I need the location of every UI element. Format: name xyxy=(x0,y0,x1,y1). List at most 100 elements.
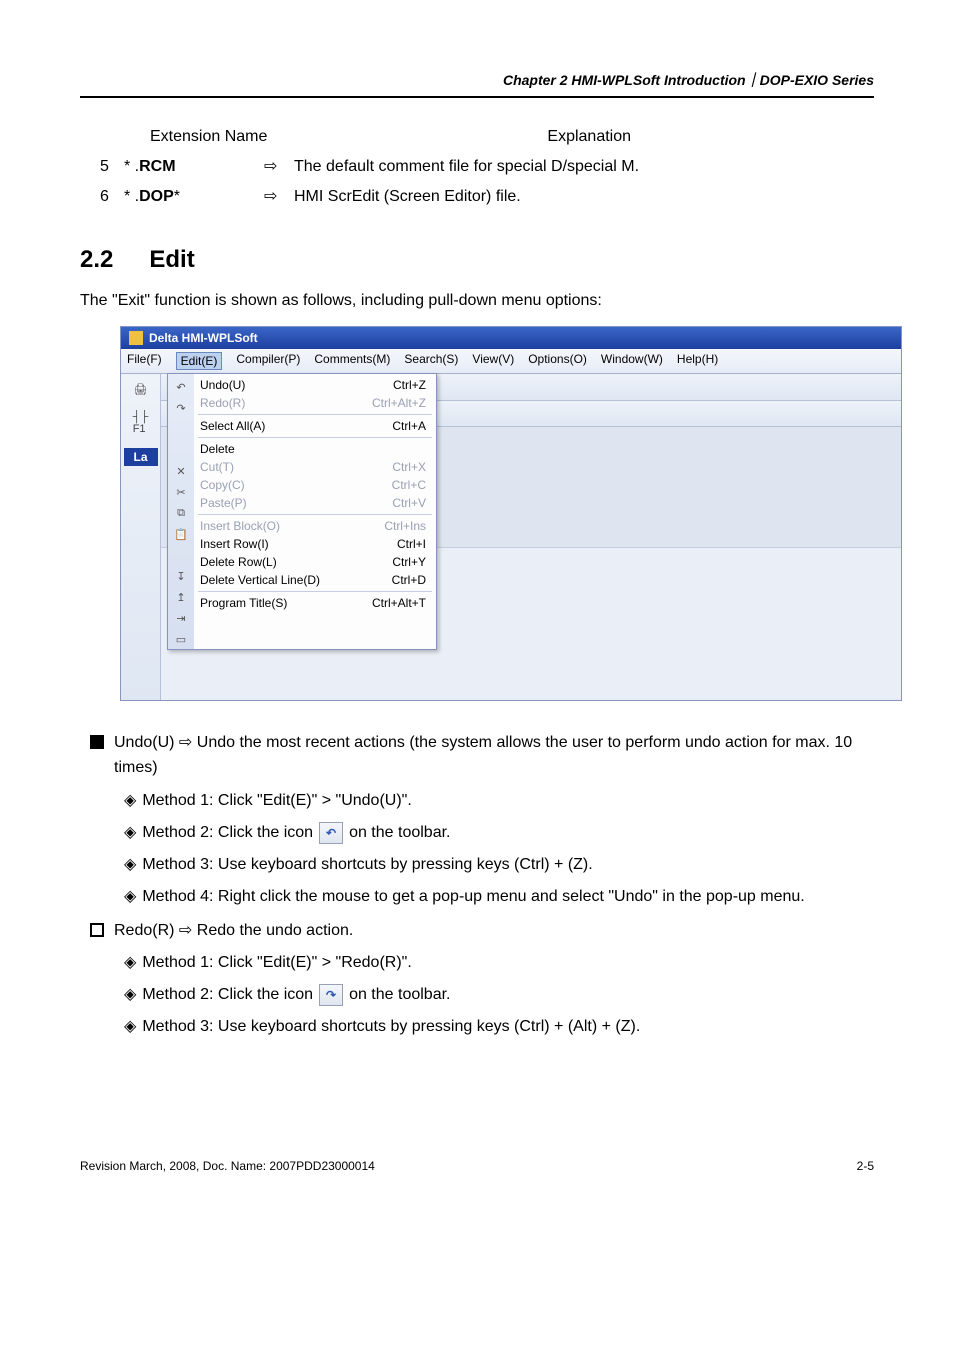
delete-vline-icon: ⇥ xyxy=(172,609,190,628)
dropdown-item-label: Delete Row(L) xyxy=(200,555,277,569)
ext-idx: 6 xyxy=(100,188,124,206)
dropdown-item-shortcut: Ctrl+A xyxy=(392,419,426,433)
dropdown-item: Redo(R) Ctrl+Alt+Z xyxy=(194,394,436,412)
ext-expl: The default comment file for special D/s… xyxy=(294,158,874,176)
menu-edit[interactable]: Edit(E) xyxy=(176,352,223,370)
app-window: Delta HMI-WPLSoft File(F) Edit(E) Compil… xyxy=(120,326,902,701)
contact-icon[interactable]: ┤├F1 xyxy=(130,414,152,432)
dropdown-item-shortcut: Ctrl+Alt+T xyxy=(372,596,426,610)
menu-window[interactable]: Window(W) xyxy=(601,352,663,370)
ext-name-bold: RCM xyxy=(139,158,175,175)
ext-row: 5 * .RCM ⇨ The default comment file for … xyxy=(100,156,874,176)
dropdown-items: Undo(U) Ctrl+Z Redo(R) Ctrl+Alt+Z Select All… xyxy=(194,374,436,649)
dropdown-item-label: Insert Row(I) xyxy=(200,537,269,551)
edit-dropdown: ↶ ↷ ✕ ✂ ⧉ 📋 ↧ ↥ ⇥ ▭ Undo(U)Ctrl xyxy=(167,373,437,650)
menu-file[interactable]: File(F) xyxy=(127,352,162,370)
undo-glyph-icon xyxy=(326,824,336,842)
menu-comments[interactable]: Comments(M) xyxy=(314,352,390,370)
dropdown-item-shortcut: Ctrl+Y xyxy=(392,555,426,569)
dropdown-item: Copy(C) Ctrl+C xyxy=(194,476,436,494)
redo-method1: Method 1: Click "Edit(E)" > "Redo(R)". xyxy=(142,951,411,975)
col-header-name: Extension Name xyxy=(150,128,267,146)
ext-pre: * . xyxy=(124,188,139,205)
undo-method2-b: on the toolbar. xyxy=(349,821,450,845)
undo-icon: ↶ xyxy=(172,378,190,397)
arrow-icon: ⇨ xyxy=(264,156,294,176)
dropdown-item-label: Delete Vertical Line(D) xyxy=(200,573,320,587)
dropdown-item-label: Redo(R) xyxy=(200,396,245,410)
dropdown-item-label: Select All(A) xyxy=(200,419,265,433)
app-title: Delta HMI-WPLSoft xyxy=(149,331,258,345)
dropdown-separator xyxy=(198,591,432,592)
redo-method3: Method 3: Use keyboard shortcuts by pres… xyxy=(142,1015,640,1039)
col-header-expl: Explanation xyxy=(547,128,631,146)
ext-name-bold: DOP xyxy=(139,188,174,205)
dropdown-item-label: Paste(P) xyxy=(200,496,247,510)
section-number: 2.2 xyxy=(80,246,113,274)
undo-method3: Method 3: Use keyboard shortcuts by pres… xyxy=(142,853,592,877)
diamond-icon xyxy=(124,983,136,1007)
menubar: File(F) Edit(E) Compiler(P) Comments(M) … xyxy=(121,349,901,374)
print-icon[interactable]: 🖨 xyxy=(130,380,152,398)
dropdown-item-label: Insert Block(O) xyxy=(200,519,280,533)
undo-headline: Undo(U) ⇨ Undo the most recent actions (… xyxy=(114,731,874,781)
titlebar: Delta HMI-WPLSoft xyxy=(121,327,901,349)
diamond-icon xyxy=(124,821,136,845)
delete-icon: ✕ xyxy=(172,462,190,481)
undo-method1: Method 1: Click "Edit(E)" > "Undo(U)". xyxy=(142,789,411,813)
dropdown-item-shortcut: Ctrl+X xyxy=(392,460,426,474)
blank-icon xyxy=(172,546,190,565)
dropdown-item-label: Undo(U) xyxy=(200,378,245,392)
blank-icon xyxy=(172,441,190,460)
diamond-icon xyxy=(124,951,136,975)
undo-method4: Method 4: Right click the mouse to get a… xyxy=(142,885,874,909)
dropdown-item[interactable]: Undo(U) Ctrl+Z xyxy=(194,376,436,394)
menu-view[interactable]: View(V) xyxy=(472,352,514,370)
ext-post: * xyxy=(174,188,180,205)
diamond-icon xyxy=(124,885,136,909)
extension-table: Extension Name Explanation 5 * .RCM ⇨ Th… xyxy=(100,128,874,206)
redo-headline: Redo(R) ⇨ Redo the undo action. xyxy=(114,919,874,944)
left-toolbar: 🖨 ┤├F1 La xyxy=(121,374,161,700)
dropdown-item-label: Cut(T) xyxy=(200,460,234,474)
ext-row: 6 * .DOP* ⇨ HMI ScrEdit (Screen Editor) … xyxy=(100,186,874,206)
menu-options[interactable]: Options(O) xyxy=(528,352,587,370)
dropdown-item[interactable]: Delete Vertical Line(D) Ctrl+D xyxy=(194,571,436,589)
dropdown-item-label: Program Title(S) xyxy=(200,596,287,610)
ext-pre: * . xyxy=(124,158,139,175)
dropdown-item-label: Copy(C) xyxy=(200,478,245,492)
bullet-square-hollow-icon xyxy=(90,923,104,937)
dropdown-item: Cut(T) Ctrl+X xyxy=(194,458,436,476)
blank-icon xyxy=(172,420,190,439)
redo-glyph-icon xyxy=(326,986,336,1004)
dropdown-item-shortcut: Ctrl+V xyxy=(392,496,426,510)
dropdown-separator xyxy=(198,514,432,515)
bullet-square-icon xyxy=(90,735,104,749)
dropdown-item[interactable]: Delete Row(L) Ctrl+Y xyxy=(194,553,436,571)
dropdown-item-shortcut: Ctrl+Z xyxy=(393,378,426,392)
dropdown-item-label: Delete xyxy=(200,442,235,456)
dropdown-item-shortcut: Ctrl+C xyxy=(392,478,426,492)
diamond-icon xyxy=(124,789,136,813)
dropdown-item[interactable]: Program Title(S) Ctrl+Alt+T xyxy=(194,594,436,612)
page-header: Chapter 2 HMI-WPLSoft Introduction｜DOP-E… xyxy=(80,70,874,98)
dropdown-item[interactable]: Delete xyxy=(194,440,436,458)
menu-compiler[interactable]: Compiler(P) xyxy=(236,352,300,370)
ladder-tab[interactable]: La xyxy=(124,448,158,466)
ext-idx: 5 xyxy=(100,158,124,176)
section-title: Edit xyxy=(149,246,194,274)
redo-icon: ↷ xyxy=(172,399,190,418)
dropdown-item-shortcut: Ctrl+D xyxy=(392,573,426,587)
footer-left: Revision March, 2008, Doc. Name: 2007PDD… xyxy=(80,1159,375,1173)
copy-icon: ⧉ xyxy=(172,504,190,523)
dropdown-item-shortcut: Ctrl+Alt+Z xyxy=(372,396,426,410)
dropdown-item-shortcut: Ctrl+I xyxy=(397,537,426,551)
cut-icon: ✂ xyxy=(172,483,190,502)
menu-help[interactable]: Help(H) xyxy=(677,352,718,370)
arrow-icon: ⇨ xyxy=(264,186,294,206)
dropdown-item[interactable]: Insert Row(I) Ctrl+I xyxy=(194,535,436,553)
intro-text: The "Exit" function is shown as follows,… xyxy=(80,292,874,310)
app-icon xyxy=(129,331,143,345)
menu-search[interactable]: Search(S) xyxy=(404,352,458,370)
dropdown-item[interactable]: Select All(A) Ctrl+A xyxy=(194,417,436,435)
